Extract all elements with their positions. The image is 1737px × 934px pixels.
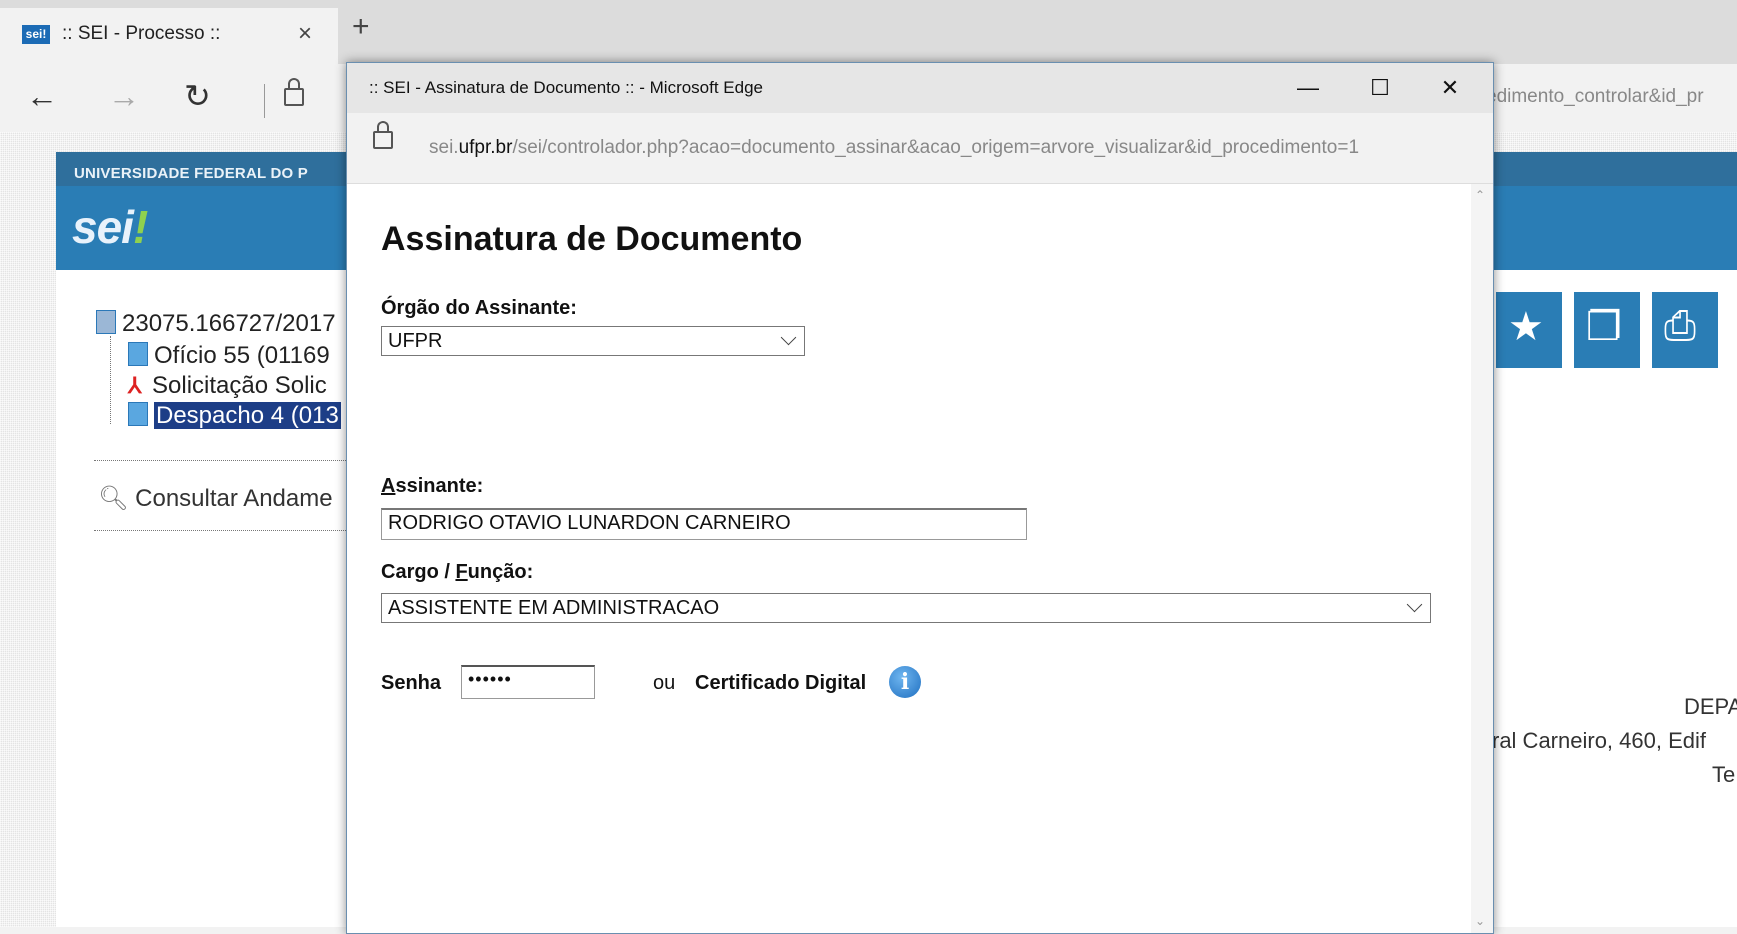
- chevron-down-icon: [780, 329, 797, 346]
- assinante-label: Assinante:: [381, 475, 483, 498]
- new-tab-icon[interactable]: +: [352, 12, 370, 42]
- consult-label: Consultar Andame: [135, 485, 333, 512]
- url-domain: ufpr.br: [458, 137, 513, 158]
- info-icon[interactable]: i: [889, 666, 921, 698]
- tree-item-label: Solicitação Solic: [152, 372, 327, 399]
- scroll-down-icon[interactable]: ⌄: [1475, 914, 1485, 928]
- browser-tab[interactable]: sei! :: SEI - Processo :: ×: [0, 8, 338, 64]
- chevron-down-icon: [1406, 596, 1423, 613]
- tab-title: :: SEI - Processo ::: [62, 23, 221, 44]
- tab-close-icon[interactable]: ×: [298, 20, 312, 48]
- tree-item[interactable]: Ofício 55 (01169: [128, 342, 330, 370]
- signature-popup-window: :: SEI - Assinatura de Documento :: - Mi…: [346, 62, 1494, 934]
- document-icon: [128, 342, 148, 366]
- cargo-select[interactable]: ASSISTENTE EM ADMINISTRACAO: [381, 593, 1431, 623]
- org-name: UNIVERSIDADE FEDERAL DO P: [74, 165, 308, 182]
- tree-item[interactable]: ⅄ Solicitação Solic: [128, 372, 327, 400]
- popup-address-bar: sei.ufpr.br/sei/controlador.php?acao=doc…: [347, 113, 1493, 184]
- copy-glyph: ❐: [1586, 305, 1622, 349]
- url-host-prefix: sei.: [429, 137, 459, 158]
- minimize-button[interactable]: —: [1283, 71, 1333, 105]
- cargo-label: Cargo / Função:: [381, 561, 533, 584]
- password-dots: ••••••: [468, 669, 512, 689]
- popup-titlebar[interactable]: :: SEI - Assinatura de Documento :: - Mi…: [347, 63, 1493, 113]
- cargo-accesskey: F: [455, 561, 468, 583]
- page-title: Assinatura de Documento: [381, 220, 803, 258]
- address-bar-text[interactable]: edimento_controlar&id_pr: [1486, 86, 1704, 108]
- footer-dept: DEPA: [1684, 694, 1737, 719]
- new-document-star-icon[interactable]: ★: [1496, 292, 1562, 368]
- doc-star-glyph: ★: [1508, 305, 1544, 349]
- close-button[interactable]: ✕: [1425, 71, 1475, 105]
- cargo-value: ASSISTENTE EM ADMINISTRACAO: [388, 597, 720, 619]
- assinante-label-text: ssinante:: [395, 475, 484, 497]
- process-folder-icon: [96, 310, 116, 334]
- popup-url[interactable]: sei.ufpr.br/sei/controlador.php?acao=doc…: [429, 137, 1359, 159]
- process-number: 23075.166727/2017: [122, 310, 336, 337]
- ou-label: ou: [653, 672, 676, 694]
- cargo-label-post: unção:: [467, 561, 534, 583]
- divider: [94, 460, 354, 461]
- scroll-up-icon[interactable]: ⌃: [1475, 188, 1485, 202]
- back-arrow-icon[interactable]: ←: [26, 78, 58, 114]
- cargo-label-pre: Cargo /: [381, 561, 456, 583]
- assinante-value: RODRIGO OTAVIO LUNARDON CARNEIRO: [388, 512, 791, 534]
- document-icon: [128, 402, 148, 426]
- printer-icon[interactable]: ⎙: [1652, 292, 1718, 368]
- url-path: /sei/controlador.php?acao=documento_assi…: [512, 137, 1360, 158]
- assinante-field[interactable]: RODRIGO OTAVIO LUNARDON CARNEIRO: [381, 508, 1027, 540]
- pdf-icon: ⅄: [128, 373, 142, 398]
- copy-document-icon[interactable]: ❐: [1574, 292, 1640, 368]
- certificado-digital-link[interactable]: Certificado Digital: [695, 672, 866, 695]
- footer-phone: Te: [1712, 762, 1736, 787]
- forward-arrow-icon[interactable]: →: [108, 78, 140, 114]
- lock-icon: [284, 78, 304, 106]
- maximize-button[interactable]: ☐: [1355, 71, 1405, 105]
- popup-content: Assinatura de Documento Órgão do Assinan…: [347, 184, 1471, 933]
- senha-label: Senha: [381, 672, 442, 694]
- printer-glyph: ⎙: [1664, 304, 1696, 348]
- assinante-accesskey: A: [381, 475, 396, 497]
- divider: [94, 530, 354, 531]
- logo-dot: !: [132, 201, 148, 253]
- popup-scrollbar[interactable]: ⌃ ⌄: [1471, 184, 1493, 933]
- sei-favicon-icon: sei!: [22, 25, 50, 44]
- lock-icon: [373, 121, 393, 149]
- tree-item-label: Ofício 55 (01169: [154, 342, 330, 369]
- tree-process-node[interactable]: 23075.166727/2017: [96, 310, 336, 338]
- logo-text: sei: [72, 201, 134, 253]
- tree-item-selected[interactable]: Despacho 4 (013: [128, 402, 341, 430]
- orgao-value: UFPR: [388, 330, 443, 352]
- sei-logo[interactable]: sei!: [72, 200, 148, 254]
- tree-item-label: Despacho 4 (013: [154, 402, 341, 429]
- senha-password-field[interactable]: ••••••: [461, 665, 595, 699]
- consultar-andamento-link[interactable]: 🔍︎ Consultar Andame: [98, 484, 333, 513]
- orgao-label: Órgão do Assinante:: [381, 297, 577, 319]
- orgao-select[interactable]: UFPR: [381, 326, 805, 356]
- browser-tabbar: sei! :: SEI - Processo :: × +: [0, 0, 1737, 64]
- nav-separator: [264, 84, 265, 118]
- magnifier-icon: 🔍︎: [98, 485, 136, 512]
- refresh-icon[interactable]: ↻: [184, 78, 211, 114]
- footer-address: ral Carneiro, 460, Edif: [1492, 728, 1706, 753]
- tree-branch-line: [110, 336, 112, 424]
- popup-title: :: SEI - Assinatura de Documento :: - Mi…: [369, 78, 764, 97]
